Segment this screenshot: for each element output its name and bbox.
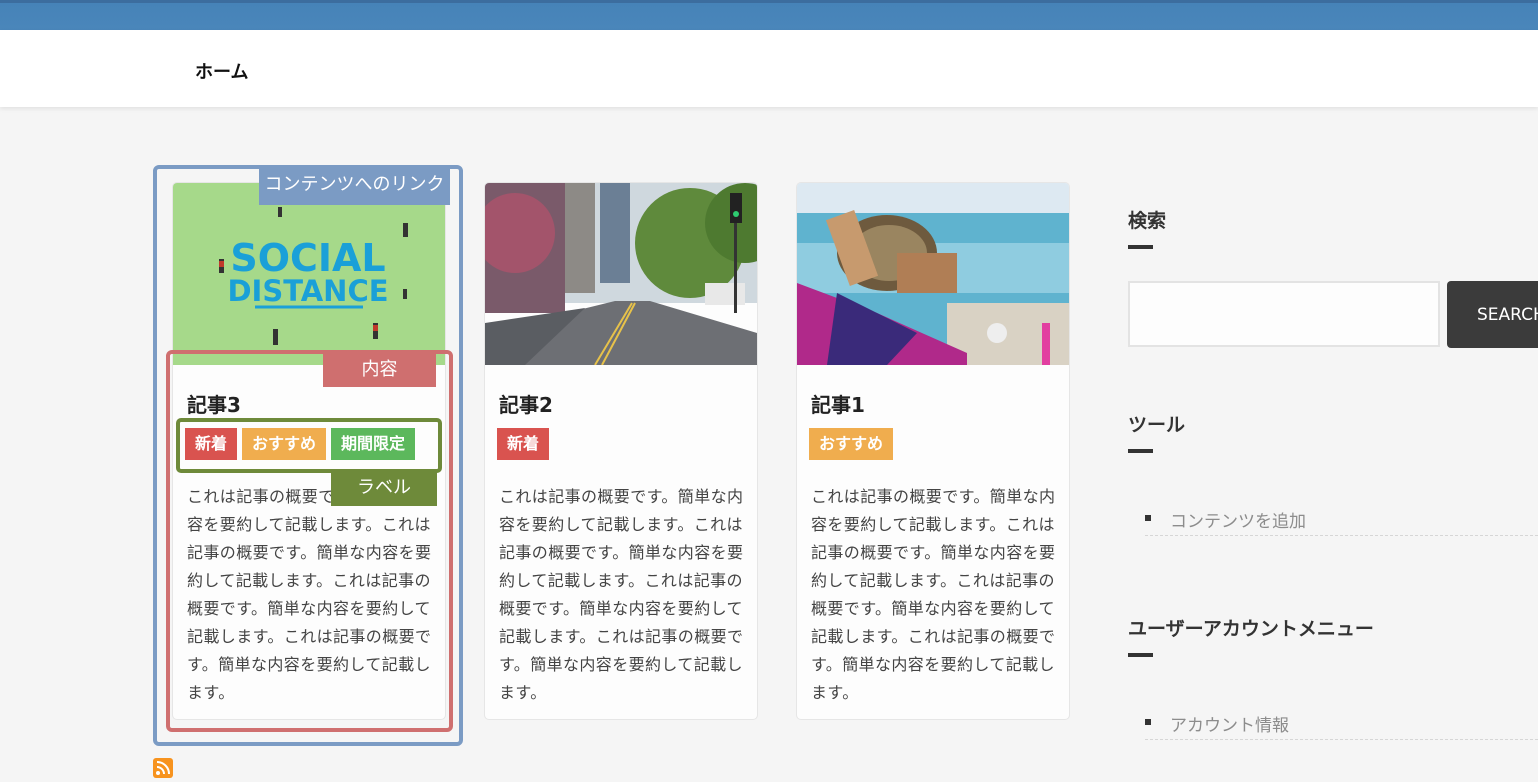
article-title[interactable]: 記事2 bbox=[499, 389, 553, 418]
label-recommended: おすすめ bbox=[242, 428, 327, 460]
article-card[interactable]: SOCIAL DISTANCE 記事3 新着 おすすめ 期間限定 これは記事の概… bbox=[172, 182, 446, 720]
image-text-distance: DISTANCE bbox=[227, 274, 388, 308]
article-card[interactable]: 記事2 新着 これは記事の概要です。簡単な内容を要約して記載します。これは記事の… bbox=[484, 182, 758, 720]
search-input[interactable] bbox=[1128, 281, 1440, 347]
annotation-content-tag: 内容 bbox=[323, 352, 436, 387]
article-title[interactable]: 記事1 bbox=[811, 389, 865, 418]
nav-home-link[interactable]: ホーム bbox=[195, 58, 248, 84]
article-summary: これは記事の概要です。簡単な内容を要約して記載します。これは記事の概要です。簡単… bbox=[187, 487, 432, 702]
heading-underline bbox=[1128, 245, 1153, 249]
article-summary: これは記事の概要です。簡単な内容を要約して記載します。これは記事の概要です。簡単… bbox=[811, 487, 1056, 702]
search-button[interactable]: SEARCH bbox=[1447, 281, 1538, 348]
city-street-image bbox=[485, 183, 757, 365]
tools-heading: ツール bbox=[1128, 414, 1186, 436]
annotation-link-tag: コンテンツへのリンク bbox=[259, 167, 450, 205]
annotation-label-tag: ラベル bbox=[331, 469, 437, 506]
account-menu-heading: ユーザーアカウントメニュー bbox=[1128, 618, 1374, 640]
label-group: おすすめ bbox=[809, 428, 894, 460]
account-info-link[interactable]: アカウント情報 bbox=[1170, 711, 1289, 736]
bullet-icon bbox=[1145, 515, 1151, 521]
top-color-bar bbox=[0, 0, 1538, 30]
heading-underline bbox=[1128, 653, 1153, 657]
article-card[interactable]: 記事1 おすすめ これは記事の概要です。簡単な内容を要約して記載します。これは記… bbox=[796, 182, 1070, 720]
menu-item-add-content: コンテンツを追加 bbox=[1145, 501, 1538, 536]
add-content-link[interactable]: コンテンツを追加 bbox=[1170, 507, 1306, 532]
article-summary: これは記事の概要です。簡単な内容を要約して記載します。これは記事の概要です。簡単… bbox=[499, 487, 744, 702]
main-navigation: ホーム bbox=[0, 30, 1538, 107]
menu-item-account-info: アカウント情報 bbox=[1145, 705, 1538, 740]
label-new: 新着 bbox=[497, 428, 550, 460]
label-limited: 期間限定 bbox=[331, 428, 416, 460]
rss-icon[interactable] bbox=[153, 758, 173, 778]
search-heading: 検索 bbox=[1128, 210, 1167, 232]
label-group: 新着 おすすめ 期間限定 bbox=[185, 428, 416, 460]
bullet-icon bbox=[1145, 719, 1151, 725]
heading-underline bbox=[1128, 449, 1153, 453]
label-new: 新着 bbox=[185, 428, 238, 460]
label-recommended: おすすめ bbox=[809, 428, 894, 460]
beach-image bbox=[797, 183, 1069, 365]
article-title[interactable]: 記事3 bbox=[187, 389, 241, 418]
label-group: 新着 bbox=[497, 428, 550, 460]
social-distance-image: SOCIAL DISTANCE bbox=[173, 183, 445, 365]
